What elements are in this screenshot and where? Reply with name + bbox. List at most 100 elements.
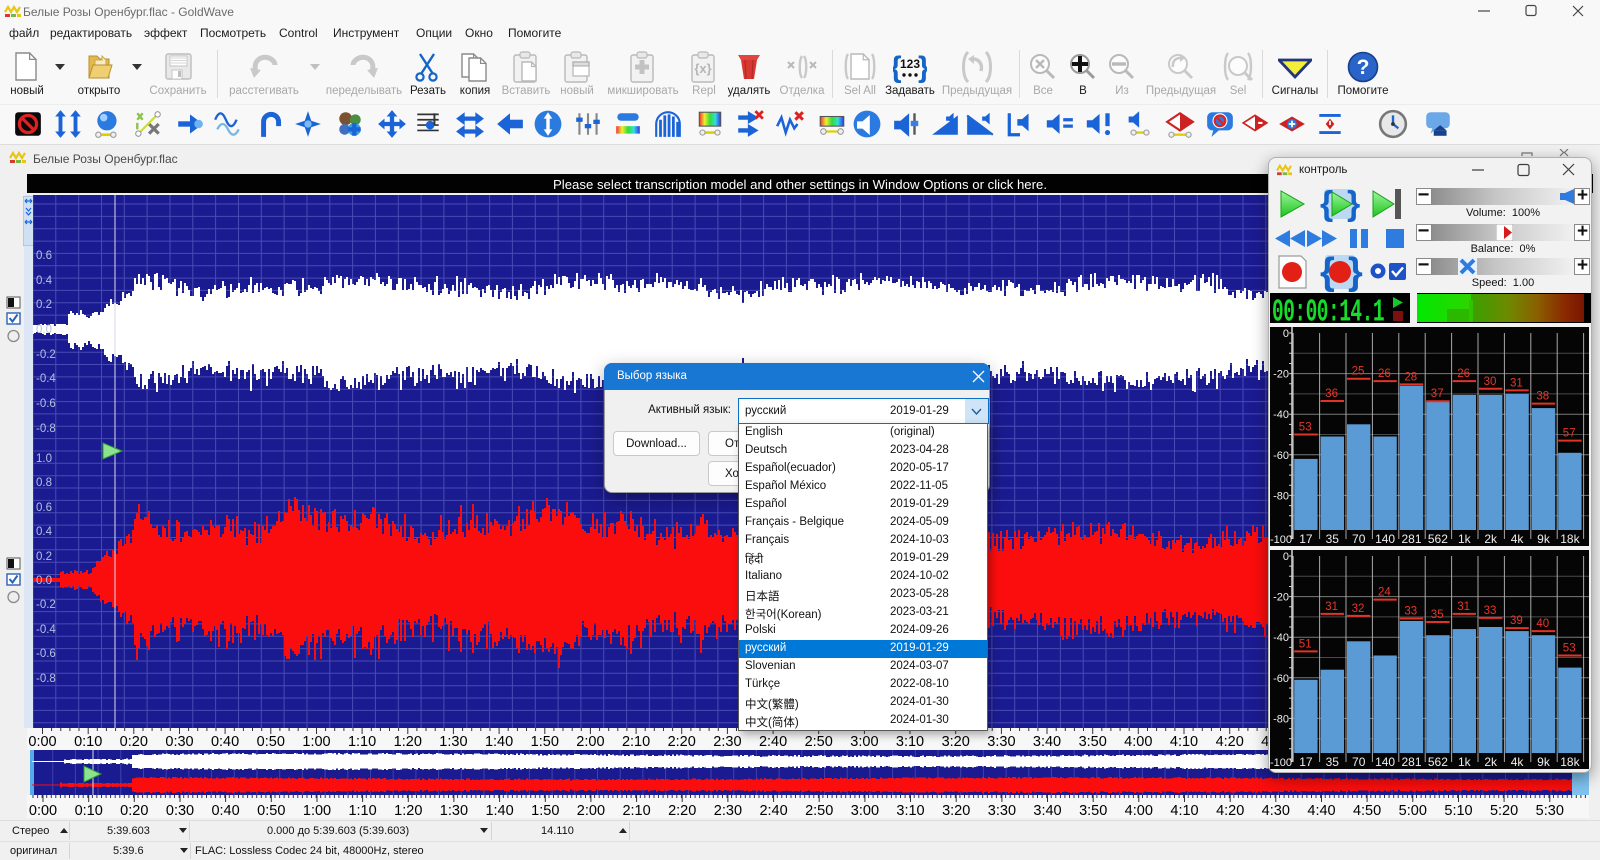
svg-text:38: 38 bbox=[1536, 391, 1549, 403]
svg-text:0:00: 0:00 bbox=[29, 803, 57, 818]
svg-text:1:40: 1:40 bbox=[485, 734, 513, 750]
svg-text:2:30: 2:30 bbox=[713, 734, 741, 750]
svg-text:1:30: 1:30 bbox=[439, 734, 467, 750]
svg-text:24: 24 bbox=[1378, 587, 1391, 599]
svg-text:1:10: 1:10 bbox=[348, 803, 376, 818]
svg-text:31: 31 bbox=[1510, 377, 1523, 389]
svg-text:3:20: 3:20 bbox=[942, 803, 970, 818]
svg-text:0.0: 0.0 bbox=[36, 575, 52, 587]
svg-text:0:30: 0:30 bbox=[166, 803, 194, 818]
svg-text:140: 140 bbox=[1375, 755, 1395, 769]
svg-text:-20: -20 bbox=[1273, 592, 1289, 604]
svg-text:33: 33 bbox=[1404, 606, 1417, 618]
svg-text:2:00: 2:00 bbox=[577, 803, 605, 818]
svg-text:0.6: 0.6 bbox=[36, 250, 52, 262]
svg-text:{: { bbox=[1320, 185, 1333, 223]
svg-text:0.2: 0.2 bbox=[36, 551, 52, 563]
svg-text:4k: 4k bbox=[1511, 755, 1525, 769]
svg-text:26: 26 bbox=[1457, 368, 1470, 380]
svg-text:1:30: 1:30 bbox=[440, 803, 468, 818]
svg-text:36: 36 bbox=[1325, 388, 1338, 400]
svg-text:123: 123 bbox=[900, 57, 920, 71]
svg-text:70: 70 bbox=[1352, 755, 1366, 769]
svg-text:-0.8: -0.8 bbox=[36, 423, 56, 435]
svg-text:1k: 1k bbox=[1458, 755, 1472, 769]
svg-text:1k: 1k bbox=[1458, 532, 1472, 546]
svg-text:2:50: 2:50 bbox=[805, 803, 833, 818]
svg-text:3:40: 3:40 bbox=[1033, 803, 1061, 818]
svg-text:4k: 4k bbox=[1511, 532, 1525, 546]
svg-text:1:20: 1:20 bbox=[394, 803, 422, 818]
svg-text:4:20: 4:20 bbox=[1216, 734, 1244, 750]
svg-text:17: 17 bbox=[1299, 532, 1313, 546]
svg-text:562: 562 bbox=[1428, 755, 1448, 769]
svg-text:4:00: 4:00 bbox=[1124, 734, 1152, 750]
svg-text:-20: -20 bbox=[1273, 369, 1289, 381]
svg-text:-0.4: -0.4 bbox=[36, 373, 56, 385]
svg-text:1:50: 1:50 bbox=[531, 734, 559, 750]
svg-text:0.0: 0.0 bbox=[36, 324, 52, 336]
svg-text:1:00: 1:00 bbox=[302, 734, 330, 750]
svg-text:4:10: 4:10 bbox=[1170, 734, 1198, 750]
svg-text:0:10: 0:10 bbox=[74, 734, 102, 750]
svg-text:32: 32 bbox=[1352, 603, 1365, 615]
svg-text:2:40: 2:40 bbox=[759, 803, 787, 818]
svg-text:4:20: 4:20 bbox=[1216, 803, 1244, 818]
svg-text:40: 40 bbox=[1536, 618, 1549, 630]
svg-text:1:40: 1:40 bbox=[485, 803, 513, 818]
svg-text:-100: -100 bbox=[1270, 757, 1292, 769]
svg-text:2:30: 2:30 bbox=[714, 803, 742, 818]
svg-text:0:00: 0:00 bbox=[28, 734, 56, 750]
svg-text:562: 562 bbox=[1428, 532, 1448, 546]
svg-text:-0.8: -0.8 bbox=[36, 673, 56, 685]
svg-text:28: 28 bbox=[1404, 371, 1417, 383]
svg-text:-40: -40 bbox=[1273, 409, 1289, 421]
svg-text:0:20: 0:20 bbox=[120, 803, 148, 818]
svg-text:0:50: 0:50 bbox=[257, 734, 285, 750]
svg-text:0:30: 0:30 bbox=[165, 734, 193, 750]
svg-text:2k: 2k bbox=[1484, 532, 1498, 546]
svg-text:1.0: 1.0 bbox=[36, 453, 52, 465]
svg-text:5:00: 5:00 bbox=[1399, 803, 1427, 818]
svg-text:53: 53 bbox=[1563, 643, 1576, 655]
svg-text:39: 39 bbox=[1510, 615, 1523, 627]
svg-text:3:10: 3:10 bbox=[896, 734, 924, 750]
svg-text:-0.2: -0.2 bbox=[36, 599, 56, 611]
svg-text:0.4: 0.4 bbox=[36, 526, 53, 538]
svg-text:3:50: 3:50 bbox=[1079, 803, 1107, 818]
svg-text:4:10: 4:10 bbox=[1170, 803, 1198, 818]
svg-text:3:10: 3:10 bbox=[896, 803, 924, 818]
svg-text:2:10: 2:10 bbox=[622, 734, 650, 750]
svg-text:2:20: 2:20 bbox=[668, 734, 696, 750]
svg-text:53: 53 bbox=[1299, 422, 1312, 434]
svg-text:{x}: {x} bbox=[694, 61, 711, 76]
svg-text:70: 70 bbox=[1352, 532, 1366, 546]
svg-text:-60: -60 bbox=[1273, 673, 1289, 685]
svg-text:3:00: 3:00 bbox=[850, 734, 878, 750]
svg-text:0.2: 0.2 bbox=[36, 299, 52, 311]
svg-text:1:50: 1:50 bbox=[531, 803, 559, 818]
svg-text:1:10: 1:10 bbox=[348, 734, 376, 750]
svg-text:?: ? bbox=[1357, 56, 1370, 79]
svg-text:281: 281 bbox=[1401, 755, 1421, 769]
svg-text:1:00: 1:00 bbox=[303, 803, 331, 818]
svg-text:2:10: 2:10 bbox=[622, 803, 650, 818]
svg-text:31: 31 bbox=[1325, 601, 1338, 613]
svg-text:-80: -80 bbox=[1273, 490, 1289, 502]
svg-text:-100: -100 bbox=[1270, 534, 1292, 546]
svg-text:35: 35 bbox=[1326, 532, 1340, 546]
svg-text:33: 33 bbox=[1484, 605, 1497, 617]
svg-text:0:40: 0:40 bbox=[211, 803, 239, 818]
svg-text:1:20: 1:20 bbox=[394, 734, 422, 750]
svg-text:18k: 18k bbox=[1560, 755, 1580, 769]
svg-text:4:00: 4:00 bbox=[1125, 803, 1153, 818]
svg-text:5:20: 5:20 bbox=[1490, 803, 1518, 818]
svg-text:-0.6: -0.6 bbox=[36, 398, 56, 410]
svg-text:3:40: 3:40 bbox=[1033, 734, 1061, 750]
svg-text:-0.6: -0.6 bbox=[36, 648, 56, 660]
svg-text:4:40: 4:40 bbox=[1307, 803, 1335, 818]
svg-text:0.6: 0.6 bbox=[36, 502, 52, 514]
svg-text:17: 17 bbox=[1299, 755, 1313, 769]
svg-text:4:50: 4:50 bbox=[1353, 803, 1381, 818]
svg-text:30: 30 bbox=[1484, 376, 1497, 388]
